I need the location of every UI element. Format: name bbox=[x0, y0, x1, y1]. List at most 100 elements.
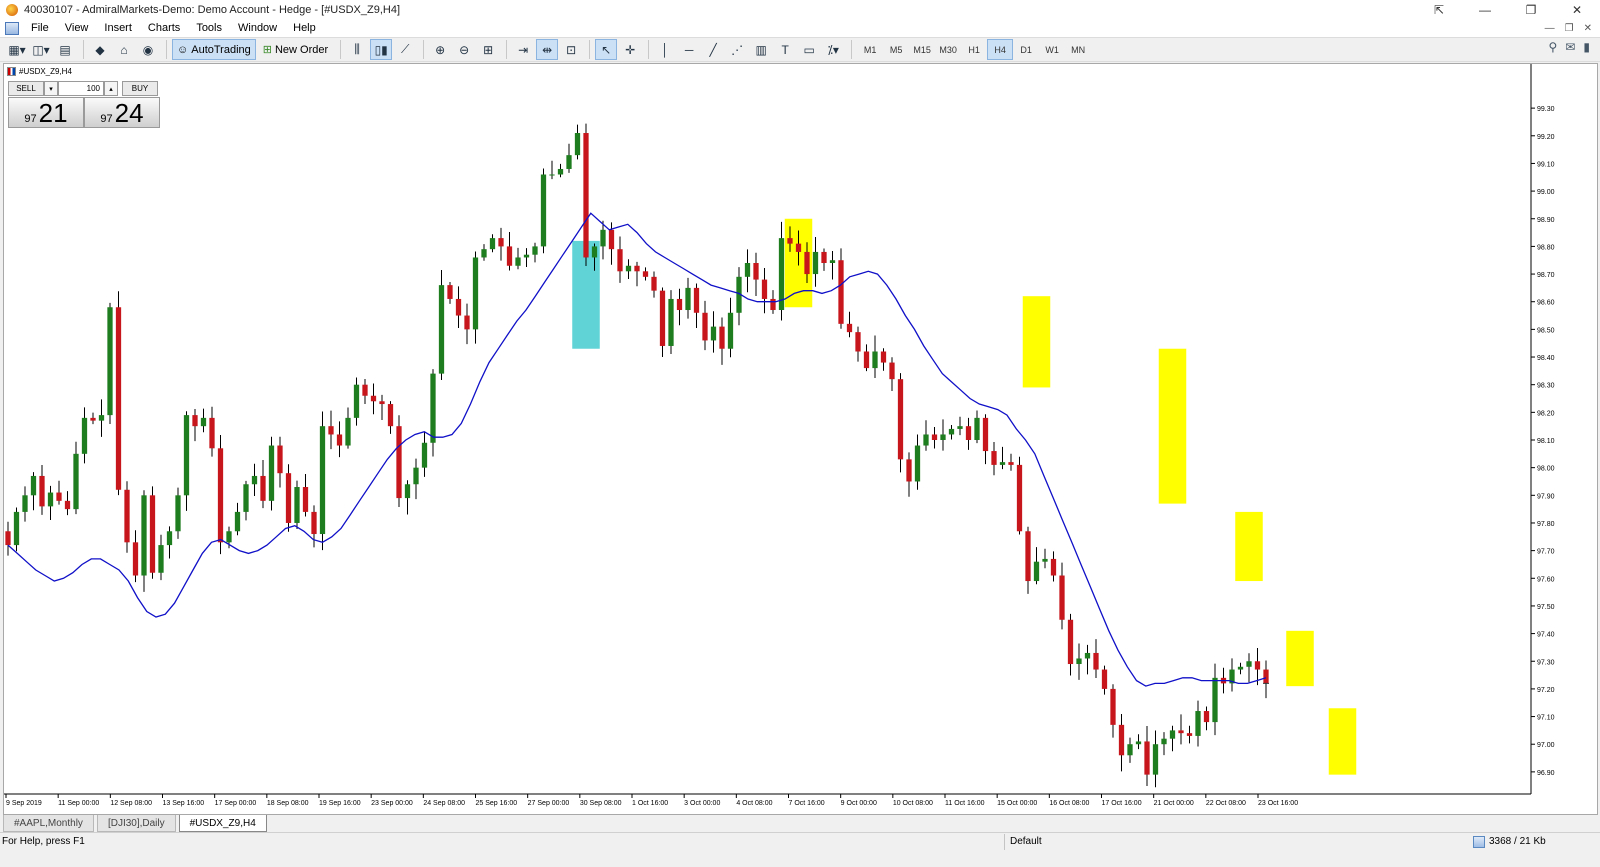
timeframe-m5[interactable]: M5 bbox=[883, 39, 909, 60]
navigator-icon[interactable]: ◆ bbox=[89, 39, 111, 60]
time-tick-label: 18 Sep 08:00 bbox=[267, 800, 309, 807]
timeframe-m15[interactable]: M15 bbox=[909, 39, 935, 60]
tab-dji30-daily[interactable]: [DJI30],Daily bbox=[96, 815, 176, 832]
new-chart-icon[interactable]: ▦▾ bbox=[6, 39, 28, 60]
crosshair-icon[interactable]: ✛ bbox=[619, 39, 641, 60]
volume-up-icon[interactable]: ▴ bbox=[104, 81, 118, 96]
candle-bear bbox=[260, 475, 266, 501]
menu-insert[interactable]: Insert bbox=[96, 22, 140, 34]
tab-aapl-monthly[interactable]: #AAPL,Monthly bbox=[3, 815, 94, 832]
time-tick-label: 22 Oct 08:00 bbox=[1206, 800, 1246, 807]
menu-charts[interactable]: Charts bbox=[140, 22, 188, 34]
chart-shift-icon[interactable]: ⇹ bbox=[536, 39, 559, 60]
volume-input[interactable]: 100 bbox=[58, 81, 104, 96]
window-bottom bbox=[0, 850, 1600, 867]
highlight-box bbox=[1328, 708, 1357, 775]
restore-down-icon[interactable]: ⇱ bbox=[1416, 0, 1462, 19]
search-icon[interactable]: ⚲ bbox=[1549, 40, 1558, 54]
timeframe-h4[interactable]: H4 bbox=[987, 39, 1014, 60]
candle-bear bbox=[761, 279, 768, 299]
signals-icon[interactable]: ◉ bbox=[137, 39, 159, 60]
market-watch-icon[interactable]: ▤ bbox=[54, 39, 76, 60]
candle-bull bbox=[557, 168, 564, 175]
candle-bull bbox=[481, 249, 487, 258]
maximize-button[interactable]: ❐ bbox=[1508, 0, 1554, 19]
candle-bear bbox=[846, 323, 853, 333]
chart-window[interactable]: 99.30 99.20 99.10 99.00 98.90 98.80 98.70 98.60… bbox=[3, 63, 1598, 815]
expand-icon[interactable]: ▮ bbox=[1583, 40, 1590, 54]
timeframe-d1[interactable]: D1 bbox=[1013, 39, 1039, 60]
price-chart[interactable]: 99.30 99.20 99.10 99.00 98.90 98.80 98.70 98.60… bbox=[4, 64, 1597, 814]
candle-bull bbox=[489, 238, 496, 250]
candle-bear bbox=[336, 434, 343, 446]
menu-tools[interactable]: Tools bbox=[188, 22, 230, 34]
candle-bear bbox=[277, 445, 283, 474]
time-tick-label: 9 Oct 00:00 bbox=[841, 800, 877, 807]
tab-usdx-h4[interactable]: #USDX_Z9,H4 bbox=[178, 815, 267, 832]
chat-icon[interactable]: ✉ bbox=[1565, 40, 1575, 54]
chart-tabs: #AAPL,Monthly [DJI30],Daily #USDX_Z9,H4 bbox=[3, 815, 1598, 832]
candle-bear bbox=[124, 489, 130, 543]
cursor-icon[interactable]: ↖ bbox=[595, 39, 618, 60]
sell-price-button[interactable]: 97 21 bbox=[8, 97, 84, 128]
profiles-icon[interactable]: ◫▾ bbox=[30, 39, 52, 60]
buy-button[interactable]: BUY bbox=[122, 81, 158, 96]
toolbar-separator bbox=[423, 40, 425, 59]
volume-down-icon[interactable]: ▾ bbox=[44, 81, 58, 96]
doc-minimize-button[interactable]: — bbox=[1545, 23, 1555, 34]
vertical-line-icon[interactable]: │ bbox=[654, 39, 676, 60]
menu-view[interactable]: View bbox=[57, 22, 97, 34]
bar-chart-icon[interactable]: ⫼ bbox=[346, 39, 368, 60]
label-tool-icon[interactable]: ▭ bbox=[798, 39, 820, 60]
timeframe-m30[interactable]: M30 bbox=[935, 39, 961, 60]
menu-help[interactable]: Help bbox=[285, 22, 324, 34]
connection-icon bbox=[1473, 836, 1485, 848]
new-order-label: New Order bbox=[274, 43, 329, 56]
minimize-button[interactable]: — bbox=[1462, 0, 1508, 19]
timeframe-mn[interactable]: MN bbox=[1065, 39, 1091, 60]
price-tick-label: 99.00 bbox=[1537, 189, 1555, 196]
horizontal-line-icon[interactable]: ─ bbox=[678, 39, 700, 60]
price-tick-label: 97.00 bbox=[1537, 742, 1555, 749]
close-button[interactable]: ✕ bbox=[1554, 0, 1600, 19]
new-order-button[interactable]: ⊞ New Order bbox=[258, 39, 333, 60]
trendline-icon[interactable]: ╱ bbox=[702, 39, 724, 60]
timeframe-h1[interactable]: H1 bbox=[961, 39, 987, 60]
shapes-dropdown-icon[interactable]: ⁒▾ bbox=[822, 39, 844, 60]
candle-bull bbox=[183, 415, 190, 496]
sell-button[interactable]: SELL bbox=[8, 81, 44, 96]
candle-bull bbox=[685, 287, 691, 311]
candle-bear bbox=[1016, 464, 1023, 532]
zoom-out-icon[interactable]: ⊖ bbox=[453, 39, 475, 60]
status-help-text: For Help, press F1 bbox=[2, 836, 85, 847]
candle-bull bbox=[47, 492, 54, 507]
buy-price-button[interactable]: 97 24 bbox=[84, 97, 160, 128]
autotrading-button[interactable]: ☺ AutoTrading bbox=[172, 39, 256, 60]
candle-bear bbox=[855, 332, 861, 352]
candle-bull bbox=[345, 417, 351, 446]
candle-bear bbox=[1067, 619, 1074, 665]
fibonacci-icon[interactable]: ▥ bbox=[750, 39, 772, 60]
chart-document-icon[interactable] bbox=[5, 21, 19, 35]
menu-file[interactable]: File bbox=[23, 22, 57, 34]
time-tick-label: 10 Oct 08:00 bbox=[893, 800, 933, 807]
doc-restore-button[interactable]: ❐ bbox=[1565, 23, 1574, 34]
auto-scroll-icon[interactable]: ⇥ bbox=[512, 39, 534, 60]
candlestick-chart-icon[interactable]: ▯▮ bbox=[370, 39, 393, 60]
candle-bear bbox=[753, 263, 759, 280]
channel-icon[interactable]: ⋰ bbox=[726, 39, 748, 60]
toolbar-separator bbox=[648, 40, 650, 59]
timeframe-m1[interactable]: M1 bbox=[857, 39, 883, 60]
tile-windows-icon[interactable]: ⊞ bbox=[477, 39, 499, 60]
menu-window[interactable]: Window bbox=[230, 22, 285, 34]
price-tick-label: 98.80 bbox=[1537, 244, 1555, 251]
line-chart-icon[interactable]: ⟋ bbox=[394, 39, 416, 60]
candle-bull bbox=[1042, 558, 1048, 562]
data-window-icon[interactable]: ⌂ bbox=[113, 39, 135, 60]
timeframe-w1[interactable]: W1 bbox=[1039, 39, 1065, 60]
zoom-in-icon[interactable]: ⊕ bbox=[429, 39, 451, 60]
price-tick-label: 97.90 bbox=[1537, 493, 1555, 500]
doc-close-button[interactable]: ✕ bbox=[1584, 23, 1592, 34]
indicators-icon[interactable]: ⊡ bbox=[560, 39, 582, 60]
text-tool-icon[interactable]: T bbox=[774, 39, 796, 60]
